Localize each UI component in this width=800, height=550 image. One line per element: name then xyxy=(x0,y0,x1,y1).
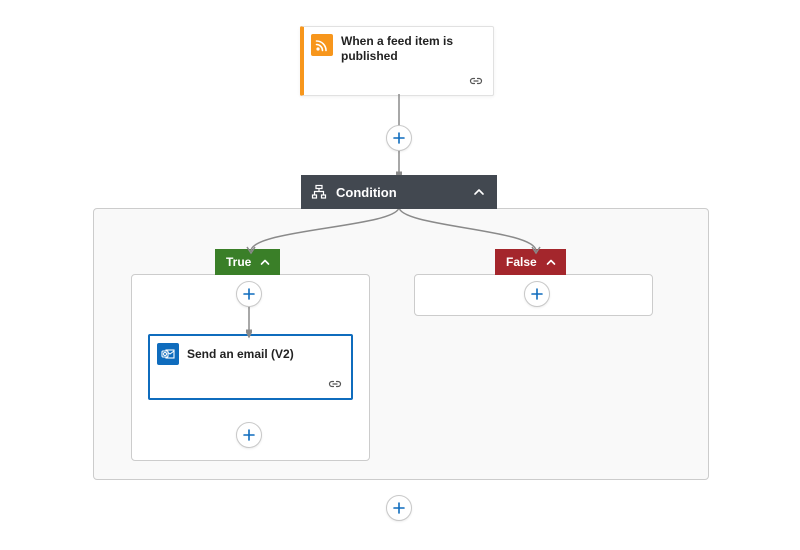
outlook-icon xyxy=(157,343,179,365)
trigger-card[interactable]: When a feed item is published xyxy=(300,26,494,96)
rss-icon xyxy=(311,34,333,56)
chevron-up-icon xyxy=(259,256,271,268)
chevron-up-icon xyxy=(545,256,557,268)
action-title: Send an email (V2) xyxy=(187,347,294,361)
add-step-false-branch[interactable] xyxy=(524,281,550,307)
condition-label: Condition xyxy=(336,185,462,200)
branch-true-label: True xyxy=(226,255,251,269)
connection-link-icon xyxy=(328,377,342,392)
connection-link-icon xyxy=(469,74,483,89)
add-step-true-branch-bottom[interactable] xyxy=(236,422,262,448)
add-step-true-branch-top[interactable] xyxy=(236,281,262,307)
chevron-up-icon xyxy=(471,184,487,200)
branch-false-label: False xyxy=(506,255,537,269)
condition-icon xyxy=(311,184,327,200)
add-step-after-condition[interactable] xyxy=(386,495,412,521)
condition-header[interactable]: Condition xyxy=(301,175,497,209)
add-step-after-trigger[interactable] xyxy=(386,125,412,151)
connector-condition-branches xyxy=(241,207,561,255)
trigger-title: When a feed item is published xyxy=(341,34,483,64)
action-card-send-email[interactable]: Send an email (V2) xyxy=(148,334,353,400)
flow-canvas: When a feed item is published Condition xyxy=(0,0,800,550)
